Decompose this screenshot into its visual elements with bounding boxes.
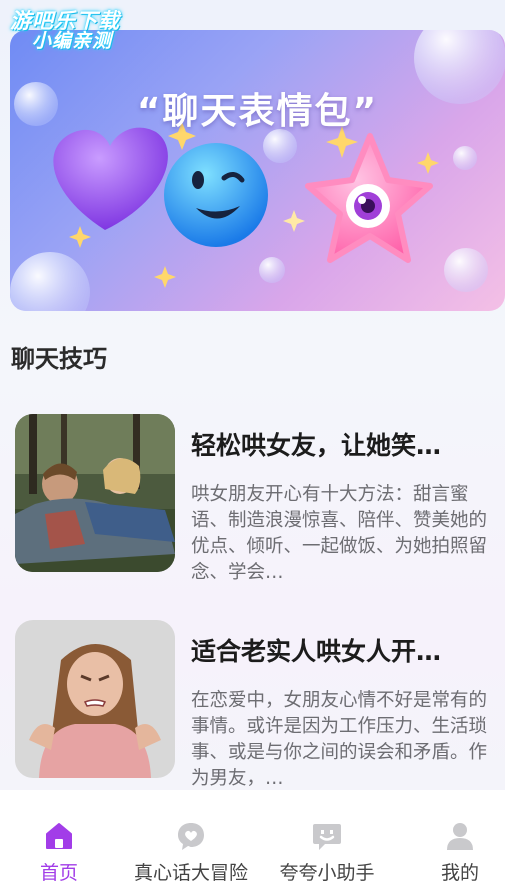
tab-label: 我的 — [440, 862, 479, 884]
section-title: 聊天技巧 — [11, 345, 107, 373]
heart-chat-icon — [178, 823, 204, 850]
banner[interactable]: “聊天表情包” — [10, 30, 505, 311]
wink-face-sticker — [164, 143, 268, 247]
smile-chat-icon — [313, 824, 341, 850]
sparkle-icon — [69, 226, 91, 248]
tab-home[interactable]: 首页 — [0, 790, 122, 894]
bubble — [263, 129, 297, 163]
sparkle-icon — [283, 210, 305, 232]
sparkle-icon — [417, 152, 439, 174]
home-icon — [46, 823, 72, 849]
watermark-line1: 游吧乐下载 — [10, 9, 120, 33]
bubble — [259, 257, 285, 283]
article-thumbnail — [15, 620, 175, 778]
banner-title: “聊天表情包” — [136, 91, 379, 132]
article-thumbnail — [15, 414, 175, 572]
tab-praise-helper[interactable]: 夸夸小助手 — [264, 790, 390, 894]
bubble — [453, 146, 477, 170]
bubble — [444, 248, 488, 292]
tab-truth-or-dare[interactable]: 真心话大冒险 — [128, 790, 254, 894]
user-icon — [447, 823, 473, 850]
article-description: 在恋爱中，女朋友心情不好是常有的事情。或许是因为工作压力、生活琐事、或是与你之间… — [191, 690, 488, 789]
heart-sticker — [53, 127, 168, 230]
bottom-tab-bar: 首页 真心话大冒险 夸夸小助手 我的 — [0, 790, 505, 894]
article-title: 轻松哄女友，让她笑… — [191, 431, 442, 460]
bubble — [10, 252, 90, 311]
sparkle-icon — [154, 266, 176, 288]
banner-illustration — [10, 30, 505, 311]
watermark-line2: 小编亲测 — [32, 30, 113, 53]
article-card[interactable]: 轻松哄女友，让她笑… 哄女朋友开心有十大方法：甜言蜜语、制造浪漫惊喜、陪伴、赞美… — [15, 414, 495, 583]
article-card[interactable]: 适合老实人哄女人开… 在恋爱中，女朋友心情不好是常有的事情。或许是因为工作压力、… — [15, 620, 495, 789]
watermark-logo: 游吧乐下载 小编亲测 — [10, 10, 120, 52]
tab-profile[interactable]: 我的 — [397, 790, 505, 894]
article-title: 适合老实人哄女人开… — [191, 637, 442, 666]
article-description: 哄女朋友开心有十大方法：甜言蜜语、制造浪漫惊喜、陪伴、赞美她的优点、倾听、一起做… — [191, 484, 488, 583]
